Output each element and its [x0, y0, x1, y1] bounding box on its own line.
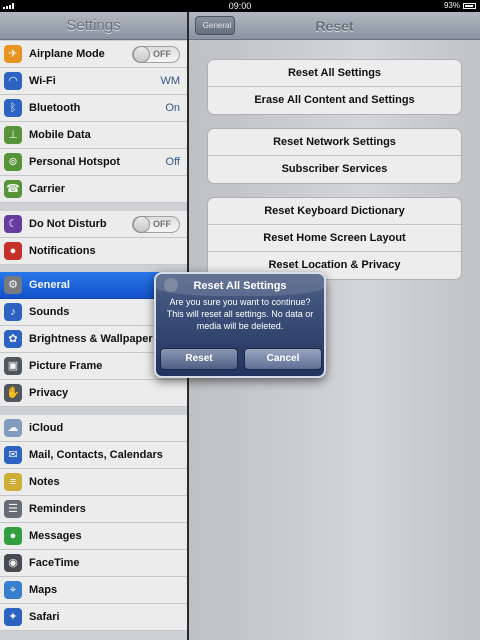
reset-button[interactable]: Reset: [160, 348, 238, 370]
reset-alert-dialog: Reset All Settings Are you sure you want…: [154, 272, 326, 378]
alert-message: Are you sure you want to continue? This …: [166, 297, 314, 331]
alert-title: Reset All Settings: [193, 280, 287, 292]
cancel-button[interactable]: Cancel: [244, 348, 322, 370]
alert-icon: [164, 278, 178, 292]
